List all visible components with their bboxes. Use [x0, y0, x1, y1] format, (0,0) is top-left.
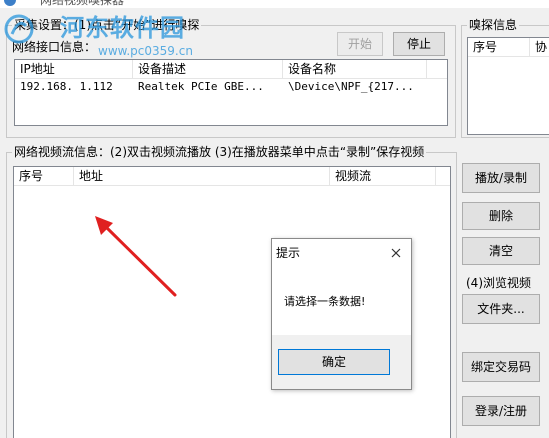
dialog-footer: 确定: [272, 335, 411, 389]
message-dialog: 提示 请选择一条数据! 确定: [271, 238, 412, 390]
watermark-logo-icon: [4, 14, 34, 44]
ok-button[interactable]: 确定: [278, 349, 390, 375]
dialog-message: 请选择一条数据!: [284, 295, 366, 308]
watermark-text: 河东软件园: [60, 13, 185, 42]
watermark-url: www.pc0359.cn: [98, 44, 193, 58]
dialog-title: 提示: [276, 246, 301, 260]
close-icon[interactable]: [387, 244, 405, 262]
